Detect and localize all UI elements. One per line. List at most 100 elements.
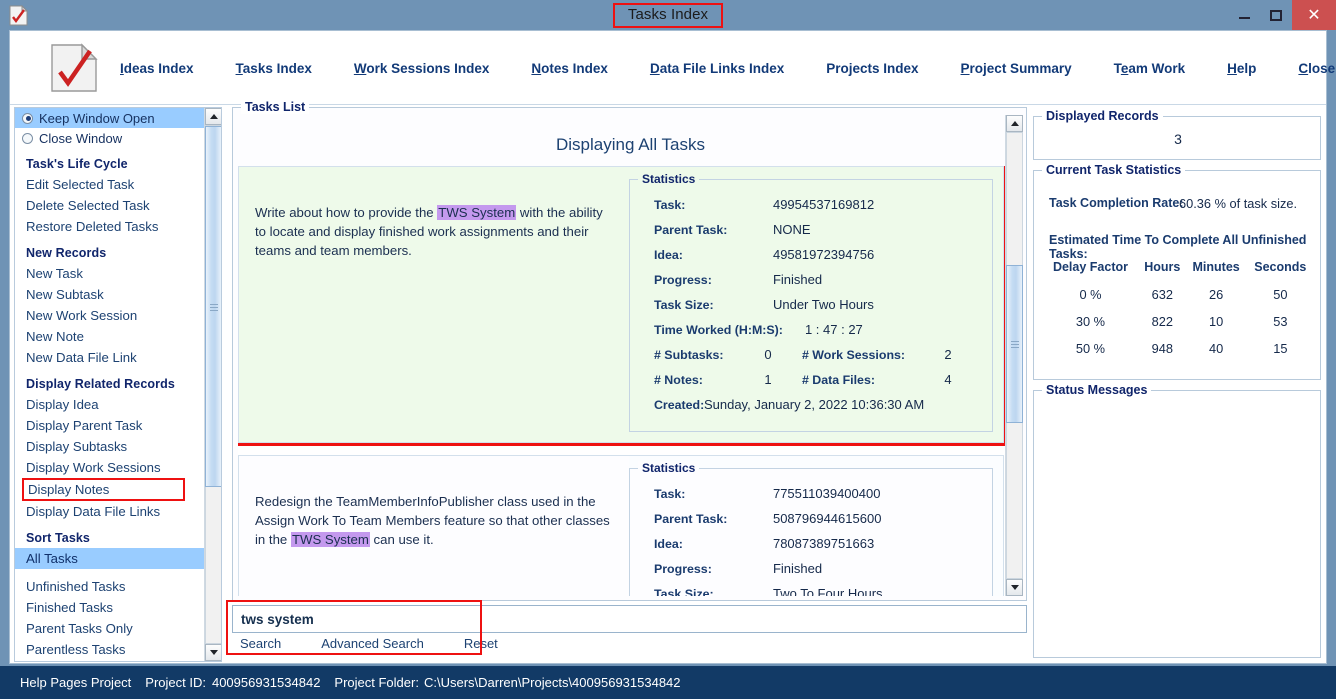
- stat-row-task: Task: 49954537169812: [638, 192, 984, 217]
- stat-value-idea: 49581972394756: [772, 247, 875, 262]
- sidebar-heading-new-records: New Records: [26, 246, 107, 260]
- col-hours: Hours: [1144, 260, 1181, 274]
- stat-label: Idea:: [653, 247, 683, 262]
- stat-label: Idea:: [653, 536, 683, 551]
- search-button[interactable]: Search: [240, 636, 281, 651]
- sidebar-item-all-tasks[interactable]: All Tasks: [15, 548, 204, 569]
- cell-delay-factor: 30 %: [1075, 314, 1106, 329]
- sidebar-item-display-work-sessions[interactable]: Display Work Sessions: [15, 457, 204, 478]
- scrollbar-grip-icon: [210, 303, 218, 311]
- sidebar-item-parent-tasks-only[interactable]: Parent Tasks Only: [15, 618, 204, 639]
- stat-label: Task Size:: [653, 586, 714, 597]
- sidebar-scrollbar[interactable]: [204, 108, 221, 661]
- stat-value-idea: 78087389751663: [772, 536, 875, 551]
- sidebar-item-new-subtask[interactable]: New Subtask: [15, 284, 204, 305]
- reset-button[interactable]: Reset: [464, 636, 498, 651]
- task-card[interactable]: Redesign the TeamMemberInfoPublisher cla…: [238, 455, 1004, 596]
- nav-item-project-summary[interactable]: Project Summary: [961, 61, 1072, 76]
- nav-item-notes-index[interactable]: Notes Index: [531, 61, 608, 76]
- task-list-scrollbar[interactable]: [1005, 115, 1023, 596]
- maximize-button[interactable]: [1260, 0, 1292, 30]
- nav-item-tasks-index[interactable]: Tasks Index: [236, 61, 312, 76]
- stat-row-task: Task: 775511039400400: [638, 481, 984, 506]
- sidebar-item-delete-selected-task[interactable]: Delete Selected Task: [15, 195, 204, 216]
- sidebar-item-display-subtasks[interactable]: Display Subtasks: [15, 436, 204, 457]
- sidebar-item-display-notes[interactable]: Display Notes: [22, 478, 185, 501]
- chevron-down-icon: [209, 650, 218, 655]
- table-header-row: Delay Factor Hours Minutes Seconds: [1042, 257, 1314, 281]
- search-input[interactable]: [232, 605, 1027, 633]
- cell-delay-factor: 50 %: [1075, 341, 1106, 356]
- task-statistics-box: Statistics Task: 49954537169812 Parent T…: [628, 172, 993, 432]
- stat-value-created: Sunday, January 2, 2022 10:36:30 AM: [703, 397, 925, 412]
- task-description: Redesign the TeamMemberInfoPublisher cla…: [239, 456, 629, 596]
- stat-value-parent-task: NONE: [772, 222, 811, 237]
- scroll-down-button[interactable]: [1006, 579, 1023, 596]
- displayed-records-panel: Displayed Records 3: [1033, 109, 1321, 160]
- sidebar-item-finished-tasks[interactable]: Finished Tasks: [15, 597, 204, 618]
- task-statistics-box: Statistics Task: 775511039400400 Parent …: [628, 461, 993, 597]
- stat-value-data-files: 4: [944, 372, 952, 387]
- sidebar-radio-close-window[interactable]: Close Window: [15, 128, 204, 148]
- scroll-up-button[interactable]: [1006, 115, 1023, 132]
- nav-item-ideas-index[interactable]: Ideas Index: [120, 61, 194, 76]
- nav-item-help[interactable]: Help: [1227, 61, 1256, 76]
- displaying-title: Displaying All Tasks: [556, 135, 705, 154]
- advanced-search-button[interactable]: Advanced Search: [321, 636, 424, 651]
- statistics-legend: Statistics: [637, 172, 700, 186]
- nav-item-work-sessions-index[interactable]: Work Sessions Index: [354, 61, 490, 76]
- cell-seconds: 15: [1273, 341, 1288, 356]
- cell-seconds: 53: [1273, 314, 1288, 329]
- minimize-button[interactable]: [1228, 0, 1260, 30]
- tasks-list-panel: Tasks List Displaying All Tasks Write ab…: [232, 100, 1027, 601]
- sidebar-item-new-data-file-link[interactable]: New Data File Link: [15, 347, 204, 368]
- current-task-statistics-legend: Current Task Statistics: [1042, 163, 1186, 177]
- right-panel: Displayed Records 3 Current Task Statist…: [1033, 107, 1321, 662]
- stat-row-progress: Progress: Finished: [638, 556, 984, 581]
- stat-row-subtasks-worksessions: # Subtasks: 0 # Work Sessions: 2: [638, 342, 984, 367]
- task-completion-rate-label: Task Completion Rate:: [1049, 196, 1184, 210]
- stat-row-idea: Idea: 78087389751663: [638, 531, 984, 556]
- sidebar-list: Keep Window Open Close Window Task's Lif…: [15, 108, 204, 661]
- nav-item-projects-index[interactable]: Projects Index: [826, 61, 918, 76]
- cell-hours: 948: [1151, 341, 1173, 356]
- displayed-records-legend: Displayed Records: [1042, 109, 1163, 123]
- sidebar-item-new-note[interactable]: New Note: [15, 326, 204, 347]
- stat-label: # Work Sessions:: [801, 347, 906, 362]
- sidebar-radio-label: Close Window: [39, 130, 123, 146]
- sidebar-item-display-idea[interactable]: Display Idea: [15, 394, 204, 415]
- maximize-icon: [1270, 9, 1282, 21]
- nav-item-team-work[interactable]: Team Work: [1114, 61, 1186, 76]
- scroll-down-button[interactable]: [205, 644, 221, 661]
- sidebar-radio-keep-window-open[interactable]: Keep Window Open: [15, 108, 204, 128]
- cell-hours: 632: [1151, 287, 1173, 302]
- task-description-before: Write about how to provide the: [255, 205, 438, 220]
- task-card[interactable]: Write about how to provide the TWS Syste…: [238, 166, 1006, 446]
- close-button[interactable]: ✕: [1292, 0, 1336, 30]
- sidebar-item-display-data-file-links[interactable]: Display Data File Links: [15, 501, 204, 522]
- task-description-after: can use it.: [369, 532, 434, 547]
- nav-item-close-program[interactable]: Close Program: [1298, 61, 1336, 76]
- sidebar-item-new-work-session[interactable]: New Work Session: [15, 305, 204, 326]
- stat-label: # Subtasks:: [653, 347, 724, 362]
- sidebar-heading-life-cycle: Task's Life Cycle: [26, 157, 128, 171]
- sidebar-item-new-task[interactable]: New Task: [15, 263, 204, 284]
- scrollbar-thumb[interactable]: [205, 126, 221, 487]
- scroll-up-button[interactable]: [205, 108, 221, 125]
- sidebar-item-edit-selected-task[interactable]: Edit Selected Task: [15, 174, 204, 195]
- status-project-id: 400956931534842: [211, 675, 321, 690]
- tasks-list-legend: Tasks List: [241, 100, 310, 114]
- sidebar-item-restore-deleted-tasks[interactable]: Restore Deleted Tasks: [15, 216, 204, 237]
- radio-unselected-icon: [22, 132, 33, 144]
- cell-hours: 822: [1151, 314, 1173, 329]
- sidebar-item-parentless-tasks[interactable]: Parentless Tasks: [15, 639, 204, 660]
- sidebar-item-display-parent-task[interactable]: Display Parent Task: [15, 415, 204, 436]
- sidebar-item-unfinished-tasks[interactable]: Unfinished Tasks: [15, 576, 204, 597]
- nav-item-data-file-links-index[interactable]: Data File Links Index: [650, 61, 784, 76]
- col-delay-factor: Delay Factor: [1052, 260, 1128, 274]
- stat-label: Time Worked (H:M:S):: [653, 322, 783, 337]
- status-project-folder-label: Project Folder:: [334, 675, 419, 690]
- scrollbar-thumb[interactable]: [1006, 265, 1023, 423]
- current-task-statistics-panel: Current Task Statistics Task Completion …: [1033, 163, 1321, 380]
